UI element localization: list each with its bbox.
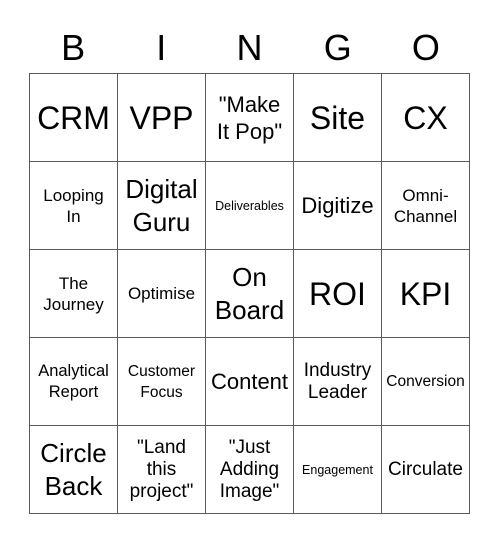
header-letter-b: B — [61, 27, 86, 68]
bingo-cell[interactable]: Looping In — [30, 162, 118, 250]
bingo-cell[interactable]: Omni- Channel — [382, 162, 470, 250]
bingo-cell[interactable]: Deliverables — [206, 162, 294, 250]
header-letter-i: I — [156, 27, 167, 68]
bingo-cell[interactable]: "Make It Pop" — [206, 74, 294, 162]
bingo-cell[interactable]: Content — [206, 338, 294, 426]
bingo-cell[interactable]: Circulate — [382, 426, 470, 514]
bingo-cell[interactable]: Optimise — [118, 250, 206, 338]
bingo-cell[interactable]: Digital Guru — [118, 162, 206, 250]
bingo-grid: CRM VPP "Make It Pop" Site CX Looping In Digit… — [29, 73, 470, 514]
bingo-cell[interactable]: The Journey — [30, 250, 118, 338]
bingo-cell[interactable]: CRM — [30, 74, 118, 162]
bingo-cell[interactable]: Circle Back — [30, 426, 118, 514]
bingo-cell[interactable]: VPP — [118, 74, 206, 162]
bingo-cell[interactable]: Conversion — [382, 338, 470, 426]
bingo-cell[interactable]: KPI — [382, 250, 470, 338]
bingo-cell[interactable]: Digitize — [294, 162, 382, 250]
bingo-header: B I N G O — [29, 26, 470, 70]
bingo-cell[interactable]: Customer Focus — [118, 338, 206, 426]
bingo-cell[interactable]: CX — [382, 74, 470, 162]
bingo-cell[interactable]: ROI — [294, 250, 382, 338]
bingo-cell[interactable]: "Just Adding Image" — [206, 426, 294, 514]
bingo-cell[interactable]: On Board — [206, 250, 294, 338]
bingo-cell[interactable]: Analytical Report — [30, 338, 118, 426]
bingo-cell[interactable]: Industry Leader — [294, 338, 382, 426]
bingo-cell[interactable]: Engagement — [294, 426, 382, 514]
bingo-cell[interactable]: Site — [294, 74, 382, 162]
header-letter-o: O — [411, 27, 440, 68]
header-letter-n: N — [236, 27, 263, 68]
header-letter-g: G — [323, 27, 352, 68]
bingo-cell[interactable]: "Land this project" — [118, 426, 206, 514]
